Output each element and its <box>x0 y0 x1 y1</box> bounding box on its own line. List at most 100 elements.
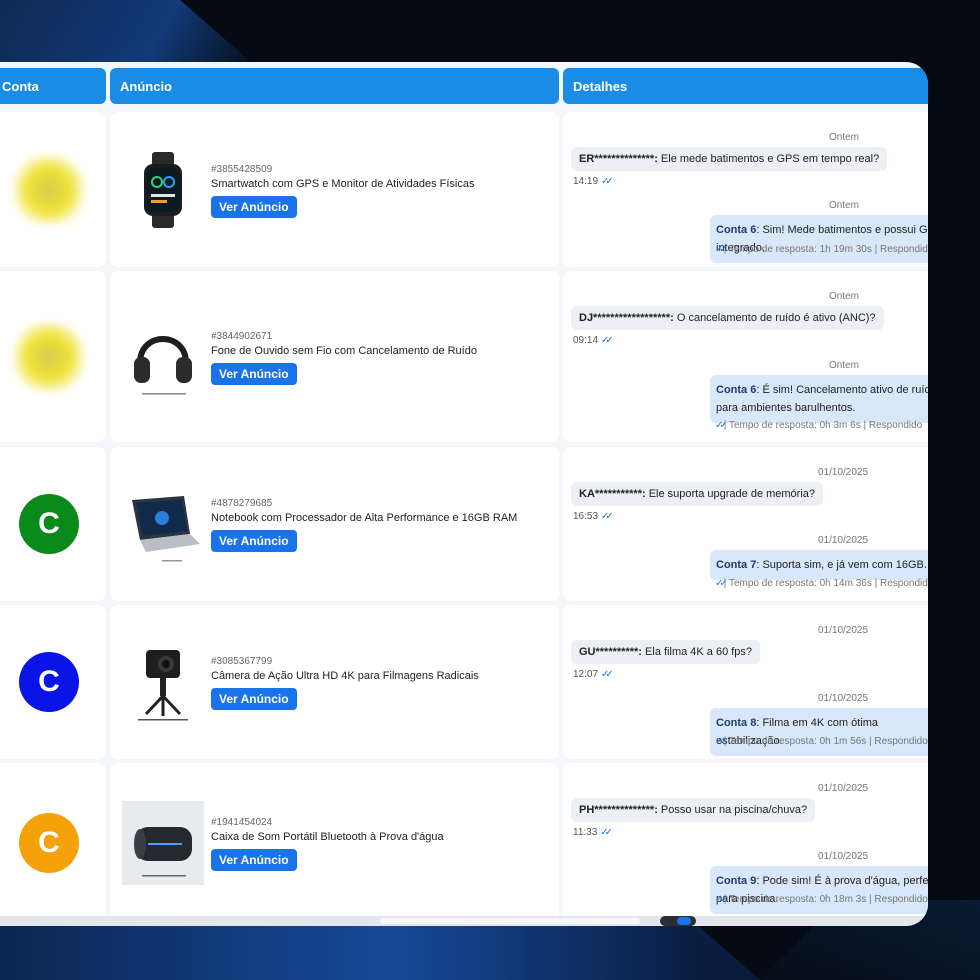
question-user: PH**************: <box>579 804 658 816</box>
table-row: #3855428509 Smartwatch com GPS e Monitor… <box>0 112 928 267</box>
double-check-icon: ✓✓ <box>715 578 728 589</box>
details-cell: Ontem ER**************: Ele mede batimen… <box>563 112 928 267</box>
question-bubble: GU**********: Ela filma 4K a 60 fps? <box>571 640 761 664</box>
question-day: 01/10/2025 <box>818 625 869 636</box>
account-cell: C <box>0 447 106 601</box>
horizontal-scrollbar[interactable] <box>0 916 928 926</box>
question-text: O cancelamento de ruído é ativo (ANC)? <box>673 312 876 324</box>
questions-table-panel: Conta Anúncio Detalhes #3855428509 Smart… <box>0 62 928 926</box>
double-check-icon: ✓✓ <box>715 420 728 431</box>
avatar <box>14 322 84 391</box>
answer-bubble: Conta 6: É sim! Cancelamento ativo de ru… <box>710 375 928 423</box>
answer-bubble: Conta 6: Sim! Mede batimentos e possui G… <box>710 215 928 263</box>
question-time: 11:33 ✓✓ <box>573 827 613 838</box>
answer-meta: ✓✓| Tempo de resposta: 0h 14m 36s | Resp… <box>715 578 928 589</box>
header-conta[interactable]: Conta <box>0 68 106 104</box>
question-user: ER**************: <box>579 153 658 165</box>
scrollbar-track <box>380 918 640 924</box>
avatar: C <box>19 652 79 712</box>
answer-account: Conta 8 <box>716 717 757 729</box>
answer-day: Ontem <box>829 360 860 371</box>
details-cell: Ontem DJ******************: O cancelamen… <box>563 271 928 442</box>
view-listing-button[interactable]: Ver Anúncio <box>211 688 297 710</box>
answer-day: 01/10/2025 <box>818 693 869 704</box>
answer-bubble: Conta 8: Filma em 4K com ótima estabiliz… <box>710 708 928 756</box>
smartwatch-image <box>144 151 182 228</box>
listing-info: #4878279685 Notebook com Processador de … <box>211 498 517 552</box>
details-cell: 01/10/2025 KA***********: Ele suporta up… <box>563 447 928 601</box>
header-anuncio[interactable]: Anúncio <box>110 68 559 104</box>
action-camera-image <box>138 650 188 721</box>
question-text: Posso usar na piscina/chuva? <box>657 804 808 816</box>
answer-bubble: Conta 7: Suporta sim, e já vem com 16GB. <box>710 550 928 580</box>
answer-meta: ✓✓| Tempo de resposta: 0h 18m 3s | Respo… <box>715 894 928 905</box>
answer-meta: ✓✓| Tempo de resposta: 0h 1m 56s | Respo… <box>715 736 928 747</box>
listing-title: Smartwatch com GPS e Monitor de Atividad… <box>211 177 475 190</box>
table-row: C #3085367799 Câmera de Ação Ultra HD 4K… <box>0 605 928 759</box>
listing-id: #4878279685 <box>211 498 273 509</box>
listing-cell: #4878279685 Notebook com Processador de … <box>110 447 559 601</box>
question-user: DJ******************: <box>579 312 674 324</box>
avatar: C <box>19 813 79 873</box>
details-cell: 01/10/2025 PH**************: Posso usar … <box>563 763 928 923</box>
double-check-icon: ✓✓ <box>715 736 728 747</box>
listing-cell: #3085367799 Câmera de Ação Ultra HD 4K p… <box>110 605 559 759</box>
listing-cell: #3855428509 Smartwatch com GPS e Monitor… <box>110 112 559 267</box>
answer-account: Conta 6 <box>716 384 757 396</box>
question-text: Ele mede batimentos e GPS em tempo real? <box>657 153 880 165</box>
answer-meta: ✓✓| Tempo de resposta: 1h 19m 30s | Resp… <box>715 244 928 255</box>
question-time: 12:07 ✓✓ <box>573 669 614 680</box>
answer-account: Conta 9 <box>716 875 757 887</box>
view-listing-button[interactable]: Ver Anúncio <box>211 530 297 552</box>
answer-day: 01/10/2025 <box>818 851 869 862</box>
listing-title: Câmera de Ação Ultra HD 4K para Filmagen… <box>211 670 479 682</box>
answer-text: : Suporta sim, e já vem com 16GB. <box>756 559 927 571</box>
question-time: 09:14 ✓✓ <box>573 335 614 346</box>
table-header: Conta Anúncio Detalhes <box>0 68 928 104</box>
listing-cell: #3844902671 Fone de Ouvido sem Fio com C… <box>110 271 559 442</box>
listing-id: #3085367799 <box>211 656 273 667</box>
scrollbar-indicator <box>677 917 691 925</box>
answer-account: Conta 7 <box>716 559 757 571</box>
answer-day: Ontem <box>829 200 860 211</box>
listing-id: #1941454024 <box>211 817 273 828</box>
table-row: C #1941454024 Caixa de Som Portátil Blue… <box>0 763 928 923</box>
listing-info: #1941454024 Caixa de Som Portátil Blueto… <box>211 817 444 871</box>
speaker-image <box>122 801 204 885</box>
background-shape-top <box>0 0 260 70</box>
double-check-icon: ✓✓ <box>601 335 614 346</box>
question-bubble: DJ******************: O cancelamento de … <box>571 306 884 330</box>
double-check-icon: ✓✓ <box>601 176 614 187</box>
avatar <box>14 155 84 224</box>
double-check-icon: ✓✓ <box>601 669 614 680</box>
account-cell: C <box>0 605 106 759</box>
listing-title: Caixa de Som Portátil Bluetooth à Prova … <box>211 831 444 843</box>
double-check-icon: ✓✓ <box>601 511 614 522</box>
listing-info: #3085367799 Câmera de Ação Ultra HD 4K p… <box>211 656 479 710</box>
double-check-icon: ✓✓ <box>715 894 728 905</box>
question-day: Ontem <box>829 291 860 302</box>
double-check-icon: ✓✓ <box>600 827 613 838</box>
question-time: 14:19 ✓✓ <box>573 176 614 187</box>
account-cell <box>0 271 106 442</box>
question-bubble: PH**************: Posso usar na piscina/… <box>571 798 816 822</box>
question-bubble: ER**************: Ele mede batimentos e … <box>571 147 888 171</box>
listing-title: Notebook com Processador de Alta Perform… <box>211 512 518 524</box>
question-user: KA***********: <box>579 488 646 500</box>
view-listing-button[interactable]: Ver Anúncio <box>211 362 297 385</box>
question-text: Ela filma 4K a 60 fps? <box>641 646 753 658</box>
view-listing-button[interactable]: Ver Anúncio <box>211 849 297 871</box>
view-listing-button[interactable]: Ver Anúncio <box>211 195 297 218</box>
account-cell: C <box>0 763 106 923</box>
listing-info: #3844902671 Fone de Ouvido sem Fio com C… <box>211 331 477 385</box>
table-row: #3844902671 Fone de Ouvido sem Fio com C… <box>0 271 928 442</box>
answer-bubble: Conta 9: Pode sim! É à prova d'água, per… <box>710 866 928 914</box>
question-text: Ele suporta upgrade de memória? <box>645 488 816 500</box>
table-row: C #4878279685 Notebook com Processador d… <box>0 447 928 601</box>
avatar: C <box>19 494 79 554</box>
double-check-icon: ✓✓ <box>715 244 728 255</box>
header-detalhes[interactable]: Detalhes <box>563 68 928 104</box>
account-cell <box>0 112 106 267</box>
answer-account: Conta 6 <box>716 224 757 236</box>
answer-meta: ✓✓| Tempo de resposta: 0h 3m 6s | Respon… <box>715 420 923 431</box>
